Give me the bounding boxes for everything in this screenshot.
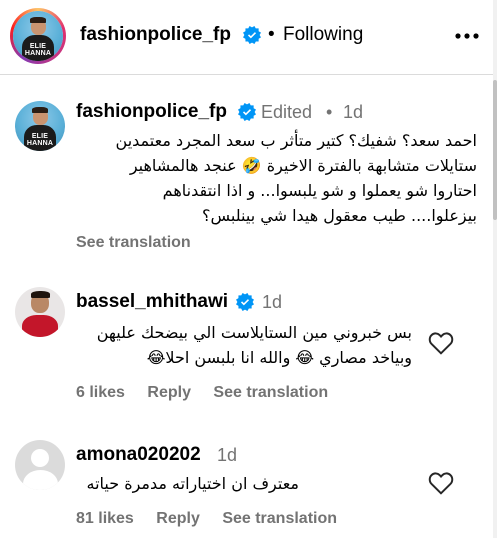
comment-item: bassel_mhithawi 1d بس خبروني مين الستايل… <box>0 265 497 405</box>
likes-count[interactable]: 6 likes <box>76 384 125 401</box>
more-options-icon[interactable] <box>452 28 482 44</box>
meta-separator: • <box>326 102 333 122</box>
likes-count[interactable]: 81 likes <box>76 510 134 527</box>
avatar[interactable]: ELIE HANNA <box>13 11 63 61</box>
see-translation-link[interactable]: See translation <box>76 234 191 252</box>
caption-time[interactable]: 1d <box>343 102 363 123</box>
comment-time[interactable]: 1d <box>262 292 282 313</box>
comment-line: معترف ان اختياراته مدمرة حياته <box>86 474 299 493</box>
reply-button[interactable]: Reply <box>147 384 191 401</box>
comment-username[interactable]: amona020202 <box>76 444 201 466</box>
header-username[interactable]: fashionpolice_fp <box>80 24 231 46</box>
caption-text: احمد سعد؟ شفيك؟ كتير متأثر ب سعد المجرد … <box>77 128 477 228</box>
instagram-comments-panel: ELIE HANNA fashionpolice_fp • Following … <box>0 0 497 538</box>
caption-line: احمد سعد؟ شفيك؟ كتير متأثر ب سعد المجرد … <box>115 131 477 150</box>
caption-line: ستايلات متشابهة بالفترة الاخيرة 🤣 عنجد ه… <box>129 156 477 175</box>
heart-icon[interactable] <box>428 331 454 355</box>
avatar[interactable] <box>15 287 65 337</box>
comment-text: معترف ان اختياراته مدمرة حياته <box>39 471 299 496</box>
see-translation-link[interactable]: See translation <box>213 384 328 401</box>
avatar[interactable]: ELIE HANNA <box>15 101 65 151</box>
caption-line: بيزعلوا.... طيب معقول هيدا شي بينلبس؟ <box>202 206 477 225</box>
comment-username[interactable]: bassel_mhithawi <box>76 291 228 313</box>
following-button[interactable]: Following <box>283 24 363 46</box>
caption: ELIE HANNA fashionpolice_fp Edited • 1d … <box>0 75 497 265</box>
caption-line: احتاروا شو يعملوا و شو يلبسوا... و اذا ا… <box>162 181 477 200</box>
avatar-logo-text: ELIE HANNA <box>26 133 54 147</box>
verified-badge-icon <box>238 103 256 121</box>
comment-text: بس خبروني مين الستايلاست الي بيضحك عليهن… <box>72 320 412 370</box>
verified-badge-icon <box>236 293 254 311</box>
comment-time[interactable]: 1d <box>217 445 237 466</box>
heart-icon[interactable] <box>428 471 454 495</box>
scrollbar-thumb[interactable] <box>493 80 497 220</box>
comment-item: amona020202 1d معترف ان اختياراته مدمرة … <box>0 418 497 538</box>
comment-actions: 81 likes Reply See translation <box>76 510 355 528</box>
verified-badge-icon <box>243 26 261 44</box>
comment-line: بس خبروني مين الستايلاست الي بيضحك عليهن <box>96 323 412 342</box>
avatar-logo-text: ELIE HANNA <box>24 43 52 57</box>
post-header: ELIE HANNA fashionpolice_fp • Following <box>0 0 497 75</box>
comment-actions: 6 likes Reply See translation <box>76 384 346 402</box>
header-separator: • <box>268 24 275 45</box>
edited-label: Edited <box>261 102 313 122</box>
caption-username[interactable]: fashionpolice_fp <box>76 101 227 123</box>
comment-line: وبياخد مصاري 😂 والله انا بلبسن احلا😂 <box>146 348 412 367</box>
see-translation-link[interactable]: See translation <box>222 510 337 527</box>
reply-button[interactable]: Reply <box>156 510 200 527</box>
